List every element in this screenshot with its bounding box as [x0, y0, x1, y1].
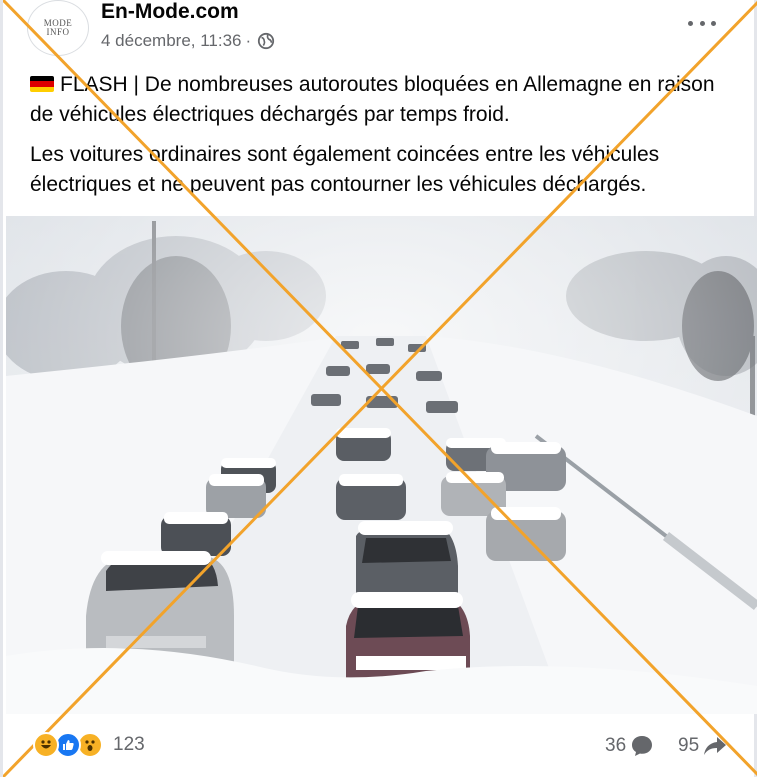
paragraph-1-text: FLASH | De nombreuses autoroutes bloquée…	[30, 73, 715, 126]
share-count: 95	[678, 735, 700, 756]
post-paragraph-1: FLASH | De nombreuses autoroutes bloquée…	[30, 70, 720, 130]
more-options-icon[interactable]	[688, 14, 716, 32]
germany-flag-icon	[30, 76, 54, 92]
haha-icon	[33, 732, 59, 758]
post-card: MODE INFO En-Mode.com 4 décembre, 11:36 …	[0, 0, 757, 777]
avatar-logo-text: MODE INFO	[43, 18, 73, 37]
reactions-summary[interactable]: 123	[33, 732, 145, 758]
more-dot	[699, 20, 705, 26]
comment-icon	[632, 736, 653, 756]
post-photo[interactable]	[6, 216, 757, 714]
post-meta: 4 décembre, 11:36 ·	[101, 30, 275, 52]
page-avatar[interactable]: MODE INFO	[27, 0, 89, 56]
globe-icon[interactable]	[257, 32, 275, 50]
post-footer: 123 36 95	[3, 714, 757, 777]
comment-count: 36	[605, 735, 627, 756]
more-dot	[711, 20, 716, 26]
snowy-highway-image	[6, 216, 757, 714]
post-body: FLASH | De nombreuses autoroutes bloquée…	[30, 70, 720, 210]
shares-count-link[interactable]: 95	[678, 734, 727, 758]
comments-count-link[interactable]: 36	[605, 734, 654, 758]
page-name-link[interactable]: En-Mode.com	[101, 0, 239, 24]
meta-separator: ·	[245, 31, 252, 50]
post-timestamp[interactable]: 4 décembre, 11:36	[101, 30, 242, 52]
more-dot	[688, 20, 693, 26]
post-paragraph-2: Les voitures ordinaires sont également c…	[30, 143, 660, 196]
share-icon	[704, 737, 727, 755]
reaction-count: 123	[113, 734, 145, 755]
